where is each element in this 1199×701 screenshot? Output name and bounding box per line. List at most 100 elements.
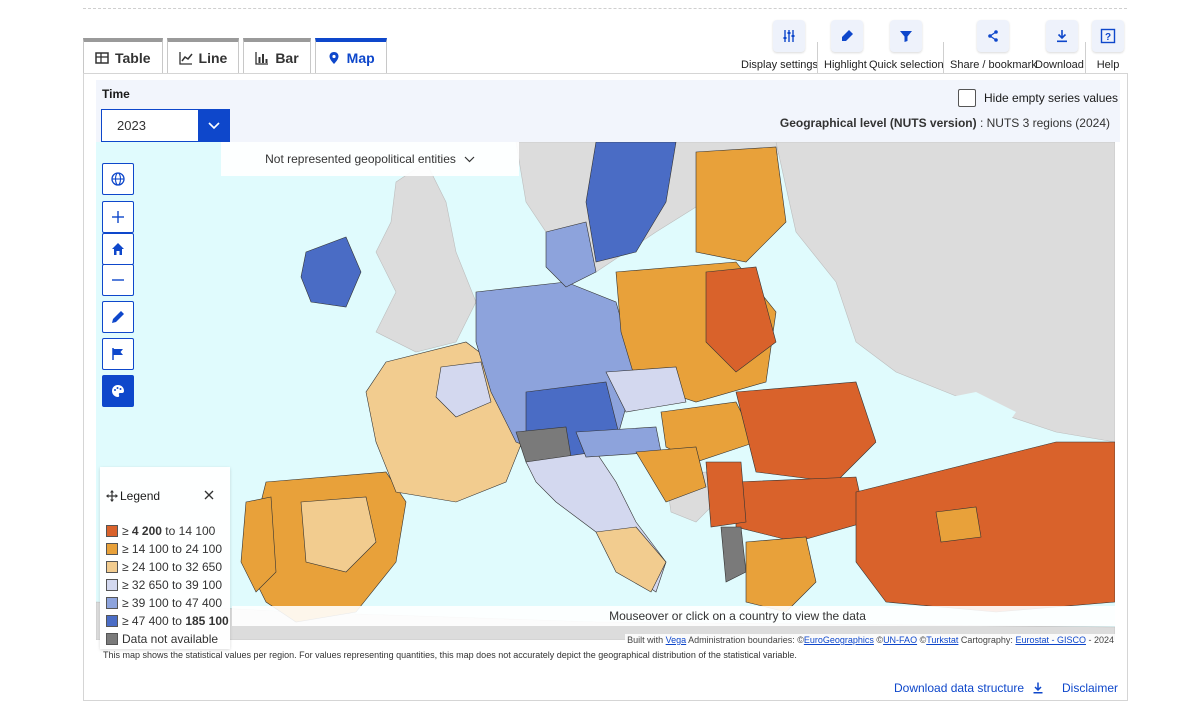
palette-icon: [112, 385, 124, 397]
help-icon-box: ?: [1092, 20, 1124, 52]
legend-text: ≥ 14 100 to 24 100: [122, 542, 223, 556]
help-label: Help: [1096, 59, 1120, 71]
not-represented-toggle[interactable]: Not represented geopolitical entities: [221, 142, 519, 176]
attrib-admin: Administration boundaries: ©: [686, 635, 804, 645]
download-data-structure-link[interactable]: Download data structure: [894, 681, 1044, 695]
flag-icon: [112, 348, 123, 360]
turkstat-link[interactable]: Turkstat: [926, 635, 958, 645]
legend-item: ≥ 39 100 to 47 400: [106, 594, 229, 612]
share-icon: [988, 30, 999, 42]
share-bookmark-label: Share / bookmark: [950, 59, 1037, 71]
display-settings-button[interactable]: Display settings: [741, 20, 818, 71]
sliders-icon: [783, 30, 795, 42]
legend-item: ≥ 14 100 to 24 100: [106, 540, 229, 558]
time-label: Time: [102, 87, 130, 101]
download-button[interactable]: Download: [1035, 20, 1084, 71]
top-divider: [83, 8, 1127, 9]
move-icon[interactable]: [106, 490, 118, 502]
not-represented-label: Not represented geopolitical entities: [265, 152, 456, 166]
hide-empty-checkbox[interactable]: Hide empty series values: [958, 89, 1118, 107]
disclaimer-link[interactable]: Disclaimer: [1062, 681, 1118, 695]
download-label: Download: [1035, 59, 1084, 71]
legend-swatch: [106, 525, 118, 537]
albania-region: [720, 526, 747, 583]
legend-item: ≥ 32 650 to 39 100: [106, 576, 229, 594]
legend-text: ≥ 4 200 to 14 100: [122, 524, 216, 538]
gisco-link[interactable]: Eurostat - GISCO: [1015, 635, 1086, 645]
flag-button[interactable]: [102, 338, 134, 370]
legend-item: ≥ 47 400 to 185 100: [106, 612, 229, 630]
display-settings-label: Display settings: [741, 59, 819, 71]
greece-region: [745, 536, 817, 613]
black-sea: [876, 392, 1016, 462]
legend-item: ≥ 4 200 to 14 100: [106, 522, 229, 540]
highlight-icon-box: [830, 20, 863, 52]
legend-title: Legend: [120, 489, 161, 503]
unfao-link[interactable]: UN-FAO: [883, 635, 917, 645]
legend-item: Data not available: [106, 630, 229, 648]
filter-icon: [900, 31, 913, 42]
close-icon[interactable]: [203, 489, 215, 501]
great-britain-land: [375, 161, 477, 353]
chevron-down-icon: [464, 156, 475, 162]
romania-region: [735, 381, 877, 483]
geo-level-value: : NUTS 3 regions (2024): [976, 116, 1110, 130]
map-attribution: Built with Vega Administration boundarie…: [625, 634, 1116, 646]
legend-item: ≥ 24 100 to 32 650: [106, 558, 229, 576]
chevron-down-icon: [198, 110, 229, 141]
attrib-year: - 2024: [1085, 635, 1114, 645]
vega-link[interactable]: Vega: [666, 635, 687, 645]
geo-level-info: Geographical level (NUTS version) : NUTS…: [780, 116, 1110, 130]
south-italy: [595, 526, 667, 593]
serbia-region: [705, 461, 747, 528]
highlight-label: Highlight: [824, 59, 867, 71]
geo-level-label: Geographical level (NUTS version): [779, 116, 977, 130]
toolbar: Display settings Highlight Quick selecti…: [0, 20, 1199, 78]
attrib-sep: ©: [917, 635, 927, 645]
palette-button[interactable]: [102, 375, 134, 407]
quick-selection-label: Quick selection: [869, 59, 944, 71]
home-button[interactable]: [102, 233, 134, 265]
attrib-cartography: Cartography:: [958, 635, 1016, 645]
eurogeographics-link[interactable]: EuroGeographics: [804, 635, 874, 645]
help-button[interactable]: ? Help: [1092, 20, 1124, 71]
download-icon: [1033, 682, 1043, 694]
checkbox-box[interactable]: [958, 89, 976, 107]
globe-button[interactable]: [102, 163, 134, 195]
turkey-capital: [935, 506, 982, 543]
legend-text: Data not available: [122, 632, 219, 646]
highlight-button[interactable]: Highlight: [824, 20, 867, 71]
globe-icon: [111, 172, 125, 186]
legend-header[interactable]: Legend: [106, 489, 160, 503]
help-icon: ?: [1100, 28, 1116, 44]
legend-swatch: [106, 597, 118, 609]
zoom-in-button[interactable]: [102, 201, 134, 233]
legend-swatch: [106, 633, 118, 645]
legend-text: ≥ 47 400 to 185 100: [122, 614, 229, 628]
display-settings-icon-box: [773, 20, 806, 52]
marker-icon: [112, 311, 124, 323]
minus-icon: [112, 279, 124, 281]
bulgaria-region: [735, 476, 867, 543]
highlight-map-button[interactable]: [102, 301, 134, 333]
map-canvas[interactable]: [96, 142, 1115, 640]
share-bookmark-button[interactable]: Share / bookmark: [950, 20, 1037, 71]
legend-swatch: [106, 579, 118, 591]
zoom-out-button[interactable]: [102, 264, 134, 296]
download-structure-label: Download data structure: [894, 681, 1025, 695]
legend-swatch: [106, 561, 118, 573]
sweden-finland-region: [585, 142, 677, 263]
ireland-region: [300, 236, 362, 308]
svg-text:?: ?: [1105, 32, 1111, 43]
time-select[interactable]: 2023: [101, 109, 230, 142]
quick-selection-button[interactable]: Quick selection: [869, 20, 944, 71]
share-icon-box: [977, 20, 1010, 52]
choropleth-map[interactable]: [96, 142, 1115, 640]
attrib-built-with: Built with: [627, 635, 666, 645]
legend-list: ≥ 4 200 to 14 100 ≥ 14 100 to 24 100 ≥ 2…: [106, 522, 229, 648]
map-note: This map shows the statistical values pe…: [103, 650, 797, 660]
plus-icon: [112, 211, 124, 223]
legend-text: ≥ 24 100 to 32 650: [122, 560, 223, 574]
download-icon: [1057, 30, 1068, 43]
time-value: 2023: [117, 118, 146, 133]
